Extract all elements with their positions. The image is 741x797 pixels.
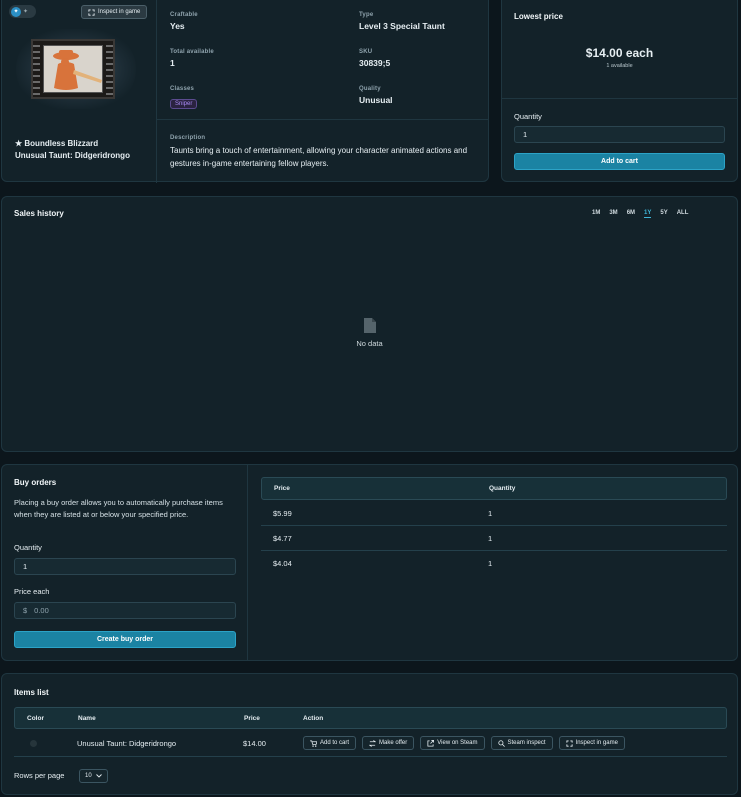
item-image-area: ✦ ✦ Inspect in game ★ Boundless Blizzard… xyxy=(2,0,157,183)
price-value: $14.00 each xyxy=(585,46,654,60)
description-text: Taunts bring a touch of entertainment, a… xyxy=(170,146,468,168)
table-row: $5.99 1 xyxy=(261,501,727,526)
inspect-in-game-button[interactable]: Inspect in game xyxy=(81,5,148,19)
buy-orders-table: Price Quantity $5.99 1 $4.77 1 $4.04 1 xyxy=(261,477,727,587)
item-artwork xyxy=(31,39,115,99)
external-link-icon xyxy=(427,739,435,747)
make-offer-button[interactable]: Make offer xyxy=(362,736,415,750)
quality-value: Unusual xyxy=(359,95,393,105)
file-icon xyxy=(363,318,376,333)
range-tab-5y[interactable]: 5Y xyxy=(660,210,667,218)
empty-state: No data xyxy=(2,318,737,348)
range-tab-1y[interactable]: 1Y xyxy=(644,210,652,218)
rows-per-page-select[interactable]: 10 xyxy=(79,769,108,783)
item-details: Craftable Yes Type Level 3 Special Taunt… xyxy=(157,0,488,183)
item-row-name: Unusual Taunt: Didgeridrongo xyxy=(77,739,177,748)
sparkle-icon: ✦ xyxy=(11,6,21,17)
inspect-in-game-row-button[interactable]: Inspect in game xyxy=(558,736,625,750)
items-table-header: Color Name Price Action xyxy=(14,707,727,729)
quantity-input[interactable]: 1 xyxy=(514,126,725,143)
price-each-input[interactable]: $ 0.00 xyxy=(14,602,236,619)
table-row: $4.04 1 xyxy=(273,559,493,568)
item-name: ★ Boundless Blizzard Unusual Taunt: Didg… xyxy=(15,139,130,160)
sku-value: 30839;5 xyxy=(359,58,391,68)
table-row: $4.77 1 xyxy=(261,526,727,551)
buy-quantity-input[interactable]: 1 xyxy=(14,558,236,575)
price-each-label: Price each xyxy=(14,587,50,596)
buy-orders-title: Buy orders xyxy=(14,478,57,487)
range-tab-1m[interactable]: 1M xyxy=(592,210,600,218)
scan-icon xyxy=(565,739,573,747)
buy-quantity-label: Quantity xyxy=(14,543,42,552)
item-panel: ✦ ✦ Inspect in game ★ Boundless Blizzard… xyxy=(1,0,489,183)
price-placeholder: 0.00 xyxy=(34,606,49,615)
price-panel: Lowest price $14.00 each 1 available Qua… xyxy=(501,0,738,182)
add-to-cart-button[interactable]: Add to cart xyxy=(514,153,725,170)
buy-orders-table-header: Price Quantity xyxy=(261,477,727,500)
cart-icon xyxy=(310,739,317,747)
buy-orders-description: Placing a buy order allows you to automa… xyxy=(14,498,223,519)
item-row-price: $14.00 xyxy=(243,739,266,748)
row-actions: Add to cart Make offer View on Steam Ste… xyxy=(303,736,625,750)
currency-symbol: $ xyxy=(23,606,28,615)
toggle-pill[interactable]: ✦ ✦ xyxy=(9,5,36,18)
lowest-price-title: Lowest price xyxy=(514,12,563,21)
class-badge: Sniper xyxy=(170,99,198,109)
buy-orders-form: Buy orders Placing a buy order allows yo… xyxy=(2,465,248,660)
exchange-icon xyxy=(369,739,377,747)
table-row: Unusual Taunt: Didgeridrongo $14.00 Add … xyxy=(14,730,727,757)
scan-icon xyxy=(88,8,95,16)
range-tabs: 1M 3M 6M 1Y 5Y ALL xyxy=(592,210,688,218)
items-list-panel: Items list Color Name Price Action Unusu… xyxy=(1,673,738,795)
total-available-value: 1 xyxy=(170,58,175,68)
color-swatch xyxy=(30,740,37,747)
items-list-title: Items list xyxy=(14,688,49,697)
sales-history-panel: Sales history 1M 3M 6M 1Y 5Y ALL No data xyxy=(1,196,738,452)
sales-history-title: Sales history xyxy=(14,209,64,218)
range-tab-all[interactable]: ALL xyxy=(677,210,689,218)
range-tab-6m[interactable]: 6M xyxy=(627,210,635,218)
search-icon xyxy=(497,739,505,747)
sparkle-off-icon: ✦ xyxy=(23,9,29,15)
create-buy-order-button[interactable]: Create buy order xyxy=(14,631,236,648)
range-tab-3m[interactable]: 3M xyxy=(609,210,617,218)
craftable-value: Yes xyxy=(170,21,185,31)
view-on-steam-button[interactable]: View on Steam xyxy=(420,736,485,750)
steam-inspect-button[interactable]: Steam inspect xyxy=(490,736,553,750)
available-count: 1 available xyxy=(606,63,633,69)
type-value: Level 3 Special Taunt xyxy=(359,21,445,31)
quantity-label: Quantity xyxy=(514,112,542,121)
buy-orders-panel: Buy orders Placing a buy order allows yo… xyxy=(1,464,738,661)
chevron-down-icon xyxy=(95,774,102,778)
add-to-cart-row-button[interactable]: Add to cart xyxy=(303,736,357,750)
rows-per-page-label: Rows per page xyxy=(14,771,65,780)
